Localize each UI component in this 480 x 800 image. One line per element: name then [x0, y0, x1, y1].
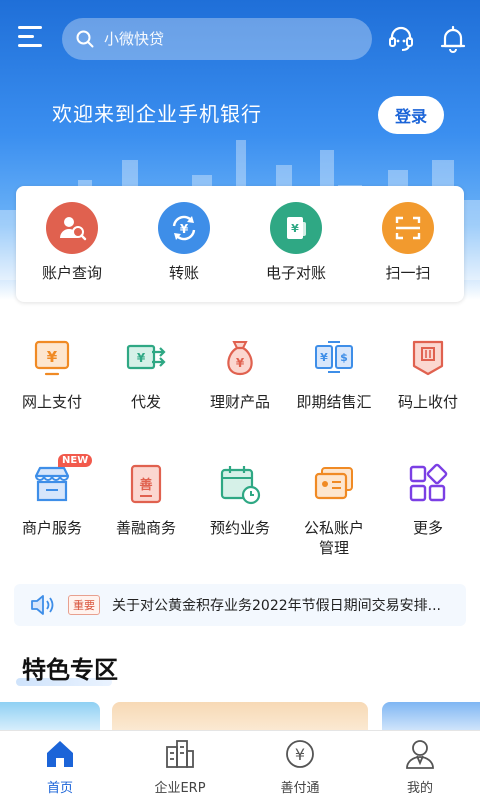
tab-label: 我的	[406, 781, 433, 796]
svg-text:¥: ¥	[47, 348, 58, 366]
shanrong-icon: 善	[130, 464, 162, 504]
service-label: 即期结售汇	[296, 393, 372, 411]
bottom-tab-bar: 首页 企业ERP ¥ 善付通 我的	[0, 730, 480, 800]
tab-shanfutong[interactable]: ¥ 善付通	[240, 731, 360, 800]
service-label: 理财产品	[209, 393, 270, 411]
fx-settlement-icon: ¥ $	[315, 341, 353, 373]
feature-banner-left[interactable]	[0, 702, 100, 730]
notice-bar[interactable]: 重要 关于对公黄金积存业务2022年节假日期间交易安排...	[14, 584, 466, 626]
svg-text:¥: ¥	[291, 222, 299, 235]
scan-icon	[382, 202, 434, 254]
service-payroll[interactable]: ¥ 代发	[100, 336, 192, 412]
new-badge: NEW	[58, 454, 93, 467]
profile-icon	[406, 740, 434, 769]
e-reconciliation-icon: ¥	[270, 202, 322, 254]
tab-home[interactable]: 首页	[0, 731, 120, 800]
payroll-icon: ¥	[126, 344, 166, 370]
tab-label: 首页	[46, 781, 73, 796]
search-input[interactable]	[104, 30, 334, 48]
quick-action-label: 转账	[168, 264, 199, 282]
svg-text:¥: ¥	[180, 222, 189, 236]
service-label: 代发	[130, 393, 161, 411]
service-appointment[interactable]: 预约业务	[194, 462, 286, 558]
quick-action-label: 电子对账	[265, 264, 326, 282]
service-more[interactable]: 更多	[382, 462, 474, 558]
services-row-2: NEW 商户服务 善 善融商务 预约业务 公私账户 管理 更多	[0, 454, 480, 558]
tab-erp[interactable]: 企业ERP	[120, 731, 240, 800]
svg-text:¥: ¥	[236, 356, 245, 370]
home-icon	[47, 741, 73, 767]
feature-banner-right[interactable]	[382, 702, 480, 730]
svg-text:善: 善	[139, 477, 152, 493]
quick-action-transfer[interactable]: ¥ 转账	[134, 202, 234, 302]
speaker-icon	[31, 595, 54, 615]
service-label: 预约业务	[209, 519, 270, 537]
account-management-icon	[314, 467, 353, 500]
account-query-icon	[46, 202, 98, 254]
service-label: 网上支付	[21, 393, 82, 411]
service-label: 码上收付	[397, 393, 458, 411]
more-icon	[409, 463, 448, 502]
tab-label: 企业ERP	[154, 781, 206, 796]
quick-action-scan[interactable]: 扫一扫	[358, 202, 458, 302]
service-label: 公私账户 管理	[303, 519, 364, 557]
section-title: 特色专区	[22, 656, 118, 684]
service-account-management[interactable]: 公私账户 管理	[288, 462, 380, 558]
tab-label: 善付通	[280, 781, 320, 796]
service-online-payment[interactable]: ¥ 网上支付	[6, 336, 98, 412]
svg-text:$: $	[340, 351, 348, 364]
service-shanrong[interactable]: 善 善融商务	[100, 462, 192, 558]
top-bar	[0, 18, 480, 62]
search-box[interactable]	[62, 18, 372, 60]
tab-profile[interactable]: 我的	[360, 731, 480, 800]
service-qr-collect[interactable]: 码上收付	[382, 336, 474, 412]
customer-service-icon[interactable]	[386, 24, 416, 54]
service-label: 商户服务	[21, 519, 82, 537]
quick-action-label: 扫一扫	[385, 264, 431, 282]
menu-icon[interactable]	[18, 26, 44, 52]
merchant-icon	[34, 466, 70, 502]
quick-action-label: 账户查询	[41, 264, 102, 282]
appointment-icon	[220, 466, 261, 505]
svg-text:¥: ¥	[295, 745, 305, 764]
services-row-1: ¥ 网上支付 ¥ 代发 ¥ 理财产品 ¥ $ 即期结售汇 码上收付	[0, 336, 480, 412]
svg-text:¥: ¥	[137, 351, 146, 365]
login-button[interactable]: 登录	[378, 96, 444, 134]
search-icon	[76, 30, 94, 48]
service-label: 更多	[412, 519, 443, 537]
notice-tag: 重要	[68, 595, 100, 615]
qr-collect-icon	[412, 340, 444, 376]
bell-icon[interactable]	[438, 24, 468, 54]
svg-text:¥: ¥	[320, 351, 328, 364]
notice-text[interactable]: 关于对公黄金积存业务2022年节假日期间交易安排...	[112, 595, 452, 615]
welcome-text: 欢迎来到企业手机银行	[52, 102, 262, 126]
online-payment-icon: ¥	[34, 340, 70, 376]
feature-banner-center[interactable]	[112, 702, 368, 730]
shanfutong-icon: ¥	[286, 740, 314, 768]
service-label: 善融商务	[115, 519, 176, 537]
service-wealth-product[interactable]: ¥ 理财产品	[194, 336, 286, 412]
service-fx-settlement[interactable]: ¥ $ 即期结售汇	[288, 336, 380, 412]
wealth-product-icon: ¥	[227, 341, 253, 376]
quick-action-e-reconciliation[interactable]: ¥ 电子对账	[246, 202, 346, 302]
service-merchant[interactable]: NEW 商户服务	[6, 454, 98, 558]
transfer-icon: ¥	[158, 202, 210, 254]
erp-icon	[166, 740, 194, 768]
quick-action-account-query[interactable]: 账户查询	[22, 202, 122, 302]
quick-actions-card: 账户查询 ¥ 转账 ¥ 电子对账 扫一扫	[16, 186, 464, 302]
